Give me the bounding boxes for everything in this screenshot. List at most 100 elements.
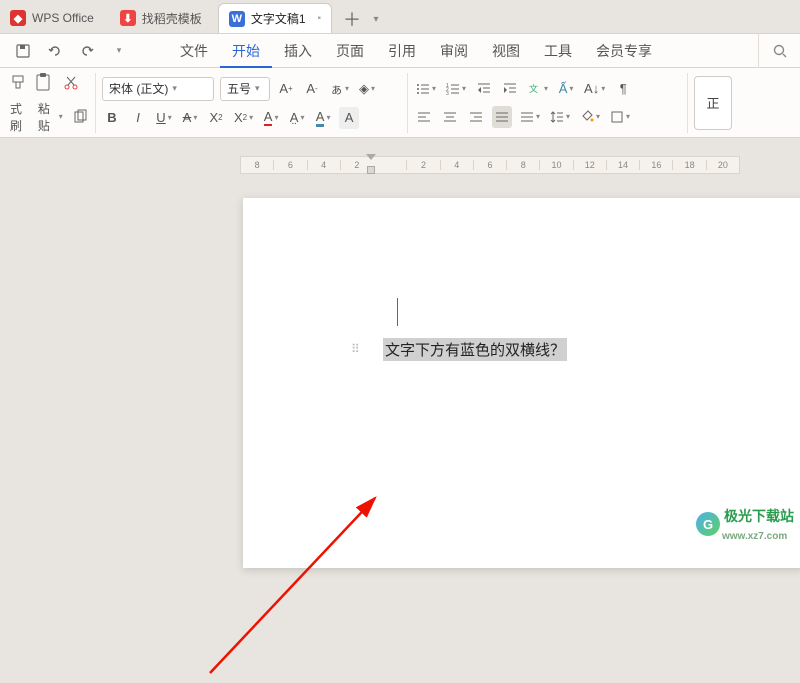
superscript-button[interactable]: X2	[206, 107, 226, 129]
paint-bucket-icon	[580, 110, 594, 124]
italic-button[interactable]: I	[128, 107, 148, 129]
decrease-indent-button[interactable]	[474, 78, 494, 100]
align-right-button[interactable]	[466, 106, 486, 128]
clear-format-button[interactable]: ◈	[357, 78, 377, 100]
horizontal-ruler[interactable]: 8 6 4 2 2 4 6 8 10 12 14 16 18 20	[240, 156, 740, 174]
ruler-mark: 2	[406, 160, 439, 170]
paintbrush-icon	[10, 74, 28, 92]
align-justify-button[interactable]	[492, 106, 512, 128]
scissors-icon	[63, 75, 79, 91]
redo-button[interactable]	[76, 40, 98, 62]
qat-customize-button[interactable]: ▾	[108, 40, 130, 62]
align-center-button[interactable]	[440, 106, 460, 128]
ribbon: 式刷 粘贴 宋体 (正文) ▾ 五号 ▾ A+ A- ぁ ◈ B I U	[0, 68, 800, 138]
watermark-text: 极光下载站	[724, 508, 794, 524]
tab-doc[interactable]: W 文字文稿1 ▪	[218, 3, 332, 33]
redo-icon	[79, 43, 95, 59]
menu-start[interactable]: 开始	[220, 34, 272, 68]
new-tab-button[interactable]: ＋	[338, 5, 366, 33]
font-size-select[interactable]: 五号 ▾	[220, 77, 270, 101]
ribbon-font: 宋体 (正文) ▾ 五号 ▾ A+ A- ぁ ◈ B I U A X2 X2 A…	[96, 73, 408, 133]
text-direction-icon: 文	[528, 82, 542, 96]
indent-marker[interactable]	[366, 154, 376, 176]
bold-button[interactable]: B	[102, 107, 122, 129]
svg-text:3: 3	[446, 91, 449, 96]
menu-file[interactable]: 文件	[168, 34, 220, 68]
underline-button[interactable]: U	[154, 107, 174, 129]
tabs-overflow-button[interactable]: ▾	[366, 5, 386, 33]
ruler-mark: 4	[307, 160, 340, 170]
change-case-button[interactable]: ぁ	[328, 78, 351, 100]
shrink-font-button[interactable]: A-	[302, 78, 322, 100]
numbering-button[interactable]: 123	[444, 78, 468, 100]
tab-menu-icon[interactable]: ▪	[318, 13, 322, 24]
line-spacing-icon	[550, 110, 564, 124]
show-marks-button[interactable]: ¶	[613, 78, 633, 100]
styles-button[interactable]: 正	[694, 76, 732, 130]
distribute-icon	[520, 110, 534, 124]
align-left-button[interactable]	[414, 106, 434, 128]
paste-button[interactable]	[34, 72, 54, 94]
menu-tools[interactable]: 工具	[532, 34, 584, 68]
menus: 文件 开始 插入 页面 引用 审阅 视图 工具 会员专享	[168, 34, 664, 68]
shading-button[interactable]	[578, 106, 602, 128]
chevron-down-icon: ▾	[255, 83, 260, 94]
menu-insert[interactable]: 插入	[272, 34, 324, 68]
tab-wps-office[interactable]: ◆ WPS Office	[0, 3, 104, 33]
ruler-mark: 12	[573, 160, 606, 170]
borders-button[interactable]	[608, 106, 632, 128]
format-painter-button[interactable]	[10, 74, 28, 92]
save-button[interactable]	[12, 40, 34, 62]
grow-font-button[interactable]: A+	[276, 78, 296, 100]
hanging-indent-icon	[367, 166, 375, 174]
undo-button[interactable]	[44, 40, 66, 62]
first-line-indent-icon	[366, 154, 376, 160]
indent-icon	[503, 82, 517, 96]
cut-button[interactable]	[60, 72, 82, 94]
paragraph-drag-handle[interactable]: ⠿	[351, 342, 360, 356]
tab-label: 找稻壳模板	[142, 10, 202, 27]
char-shading-button[interactable]: A	[339, 107, 359, 129]
ribbon-clipboard: 式刷 粘贴	[4, 73, 96, 133]
menu-bar: ▾ 文件 开始 插入 页面 引用 审阅 视图 工具 会员专享	[0, 34, 800, 68]
bullets-button[interactable]	[414, 78, 438, 100]
format-painter-label: 式刷	[10, 100, 30, 134]
ruler-mark: 14	[606, 160, 639, 170]
tab-templates[interactable]: ⬇ 找稻壳模板	[110, 3, 212, 33]
undo-icon	[47, 43, 63, 59]
distribute-button[interactable]	[518, 106, 542, 128]
sort-button[interactable]: A↓	[582, 78, 607, 100]
align-center-icon	[443, 110, 457, 124]
text-cursor	[397, 298, 398, 326]
font-family-select[interactable]: 宋体 (正文) ▾	[102, 77, 214, 101]
emphasis-button[interactable]: A̤	[287, 107, 307, 129]
text-direction-button[interactable]: 文	[526, 78, 550, 100]
tab-label: WPS Office	[32, 11, 94, 25]
increase-indent-button[interactable]	[500, 78, 520, 100]
ruler-mark: 18	[672, 160, 705, 170]
subscript-button[interactable]: X2	[232, 107, 255, 129]
ruler-mark: 10	[539, 160, 572, 170]
paste-label[interactable]: 粘贴	[36, 106, 65, 128]
strike-button[interactable]: A	[180, 107, 200, 129]
ruler-mark: 20	[706, 160, 739, 170]
search-button[interactable]	[758, 34, 800, 68]
align-left-icon	[417, 110, 431, 124]
menu-view[interactable]: 视图	[480, 34, 532, 68]
menu-reference[interactable]: 引用	[376, 34, 428, 68]
ribbon-styles: 正	[688, 73, 738, 133]
selected-text[interactable]: 文字下方有蓝色的双横线？	[383, 338, 567, 361]
menu-page[interactable]: 页面	[324, 34, 376, 68]
ruler-mark: 8	[506, 160, 539, 170]
menu-vip[interactable]: 会员专享	[584, 34, 664, 68]
line-spacing-button[interactable]	[548, 106, 572, 128]
highlight-button[interactable]: A	[313, 107, 333, 129]
menu-review[interactable]: 审阅	[428, 34, 480, 68]
char-scale-button[interactable]: Ấ	[556, 78, 576, 100]
bullet-list-icon	[416, 82, 430, 96]
ruler-mark: 8	[241, 160, 273, 170]
align-justify-icon	[495, 110, 509, 124]
word-icon: W	[229, 11, 245, 27]
font-color-button[interactable]: A	[261, 107, 281, 129]
copy-button[interactable]	[71, 106, 89, 128]
